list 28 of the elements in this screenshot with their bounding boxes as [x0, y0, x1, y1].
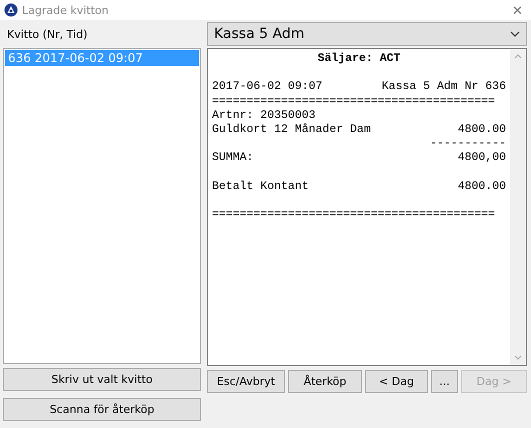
action-button[interactable]: Scanna för återköp [3, 398, 201, 421]
receipt-label: SUMMA: [212, 151, 254, 166]
scroll-up-icon[interactable] [514, 54, 522, 59]
receipt-line: ----------- [430, 137, 506, 152]
receipt-value: 4800,00 [458, 151, 506, 166]
receipt-line: ========================================= [212, 94, 495, 109]
list-label: Kvitto (Nr, Tid) [6, 27, 88, 43]
action-button[interactable]: Återköp [288, 370, 362, 393]
action-button[interactable]: Esc/Avbryt [207, 370, 285, 393]
receipt-line: ========================================= [212, 208, 495, 222]
chevron-down-icon [510, 31, 520, 37]
app-logo-icon [4, 3, 18, 17]
window-title: Lagrade kvitton [22, 4, 109, 16]
action-button[interactable]: Skriv ut valt kvitto [3, 368, 201, 391]
receipt-value: 4800.00 [458, 180, 506, 194]
close-button[interactable]: ✕ [508, 2, 527, 18]
action-button[interactable]: ... [431, 370, 458, 393]
receipt-value: 4800.00 [458, 122, 506, 138]
action-button[interactable]: < Dag [365, 370, 428, 393]
scroll-down-icon[interactable] [514, 355, 522, 360]
receipt-line: Artnr: 20350003 [212, 108, 316, 123]
scrollbar[interactable] [510, 49, 526, 365]
receipt-line: Säljare: ACT [318, 52, 400, 66]
receipt-value: Kassa 5 Adm Nr 636 [382, 80, 506, 95]
receipt-label: Betalt Kontant [212, 180, 309, 194]
receipt-label: 2017-06-02 09:07 [212, 80, 322, 95]
register-dropdown[interactable]: Kassa 5 Adm [207, 22, 527, 46]
receipt-label: Guldkort 12 Månader Dam [212, 122, 371, 138]
